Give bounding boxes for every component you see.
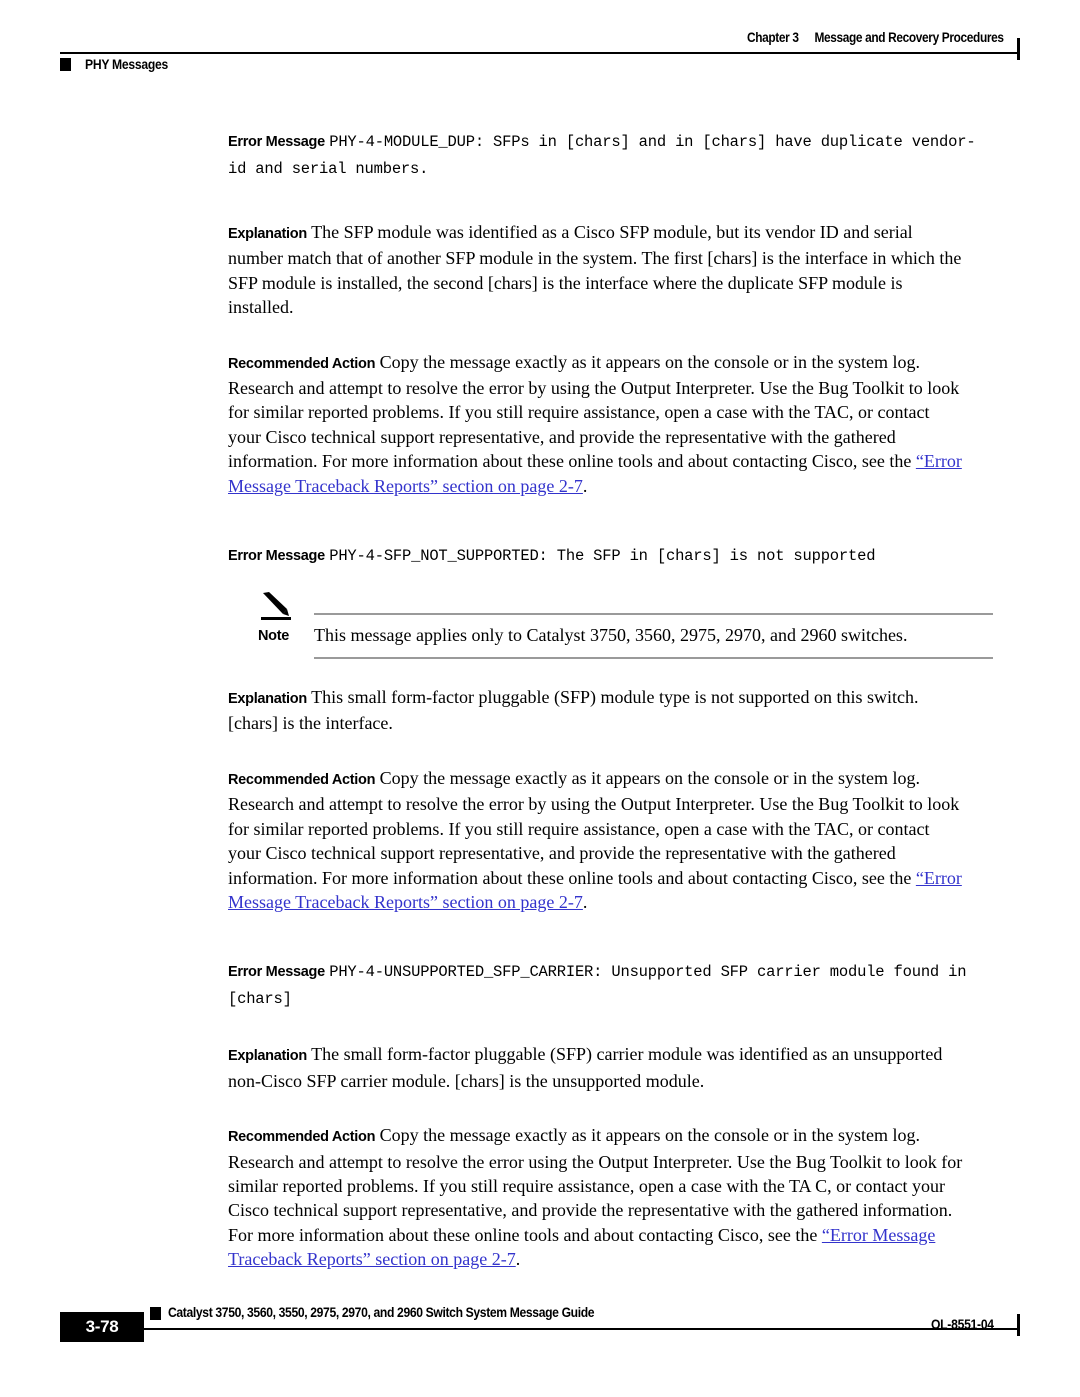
pencil-icon — [260, 591, 314, 626]
explanation-label: Explanation — [228, 226, 307, 242]
recommended-action-label: Recommended Action — [228, 355, 376, 372]
footer-edge-tick — [1017, 1314, 1020, 1336]
note-text: This message applies only to Catalyst 37… — [314, 625, 908, 646]
explanation-text: This small form-factor pluggable (SFP) m… — [228, 687, 919, 734]
error-message-label: Error Message — [228, 964, 325, 981]
message-block-sfp-not-supported: Error Message PHY-4-SFP_NOT_SUPPORTED: T… — [228, 542, 993, 914]
header-edge-tick — [1017, 38, 1020, 60]
header-chapter-line: Chapter 3 Message and Recovery Procedures — [747, 30, 1004, 45]
header-section: PHY Messages — [60, 57, 177, 72]
header-chapter-number: Chapter 3 — [747, 30, 799, 45]
error-message-line: Error Message PHY-4-SFP_NOT_SUPPORTED: T… — [228, 542, 993, 569]
error-message-label: Error Message — [228, 548, 325, 565]
error-message-line: Error Message PHY-4-MODULE_DUP: SFPs in … — [228, 128, 993, 182]
note-icon-column: Note — [258, 591, 314, 644]
error-message-text: PHY-4-SFP_NOT_SUPPORTED: The SFP in [cha… — [329, 547, 876, 566]
header-section-label: PHY Messages — [85, 57, 168, 72]
recommended-action-tail: . — [582, 891, 588, 912]
error-message-label: Error Message — [228, 134, 325, 150]
square-bullet-icon — [60, 58, 71, 71]
error-message-line: Error Message PHY-4-UNSUPPORTED_SFP_CARR… — [228, 958, 993, 1012]
note-rule-bottom — [314, 657, 993, 660]
error-message-text: PHY-4-UNSUPPORTED_SFP_CARRIER: Unsupport… — [228, 963, 967, 1009]
note-rule-top — [314, 613, 993, 616]
error-message-text: PHY-4-MODULE_DUP: SFPs in [chars] and in… — [228, 133, 976, 178]
message-block-unsupported-sfp-carrier: Error Message PHY-4-UNSUPPORTED_SFP_CARR… — [228, 958, 993, 1271]
header-rule — [60, 52, 1020, 54]
recommended-action-paragraph: Recommended Action Copy the message exac… — [228, 1123, 963, 1271]
footer-guide-title: Catalyst 3750, 3560, 3550, 2975, 2970, a… — [168, 1305, 595, 1320]
footer-doc-id: OL-8551-04 — [931, 1317, 994, 1332]
recommended-action-paragraph: Recommended Action Copy the message exac… — [228, 766, 963, 914]
explanation-text: The SFP module was identified as a Cisco… — [228, 222, 962, 318]
header-chapter-title: Message and Recovery Procedures — [814, 30, 1005, 45]
explanation-label: Explanation — [228, 691, 307, 708]
note-label: Note — [258, 628, 290, 645]
page-footer: Catalyst 3750, 3560, 3550, 2975, 2970, a… — [60, 1305, 1020, 1367]
page-content: Error Message PHY-4-MODULE_DUP: SFPs in … — [228, 128, 993, 1272]
explanation-paragraph: Explanation This small form-factor plugg… — [228, 685, 963, 736]
explanation-paragraph: Explanation The small form-factor plugga… — [228, 1042, 963, 1093]
recommended-action-label: Recommended Action — [228, 1129, 376, 1146]
page-header: Chapter 3 Message and Recovery Procedures… — [60, 30, 1020, 82]
recommended-action-label: Recommended Action — [228, 771, 376, 788]
message-block-module-dup: Error Message PHY-4-MODULE_DUP: SFPs in … — [228, 128, 993, 498]
explanation-label: Explanation — [228, 1048, 307, 1065]
square-bullet-icon — [150, 1307, 161, 1320]
explanation-text: The small form-factor pluggable (SFP) ca… — [228, 1044, 943, 1091]
recommended-action-tail: . — [515, 1249, 521, 1270]
page-number-badge: 3-78 — [60, 1312, 144, 1342]
explanation-paragraph: Explanation The SFP module was identifie… — [228, 220, 963, 320]
recommended-action-paragraph: Recommended Action Copy the message exac… — [228, 350, 963, 498]
footer-rule — [60, 1328, 1020, 1330]
recommended-action-tail: . — [582, 475, 588, 496]
note-callout: Note This message applies only to Cataly… — [258, 591, 993, 660]
